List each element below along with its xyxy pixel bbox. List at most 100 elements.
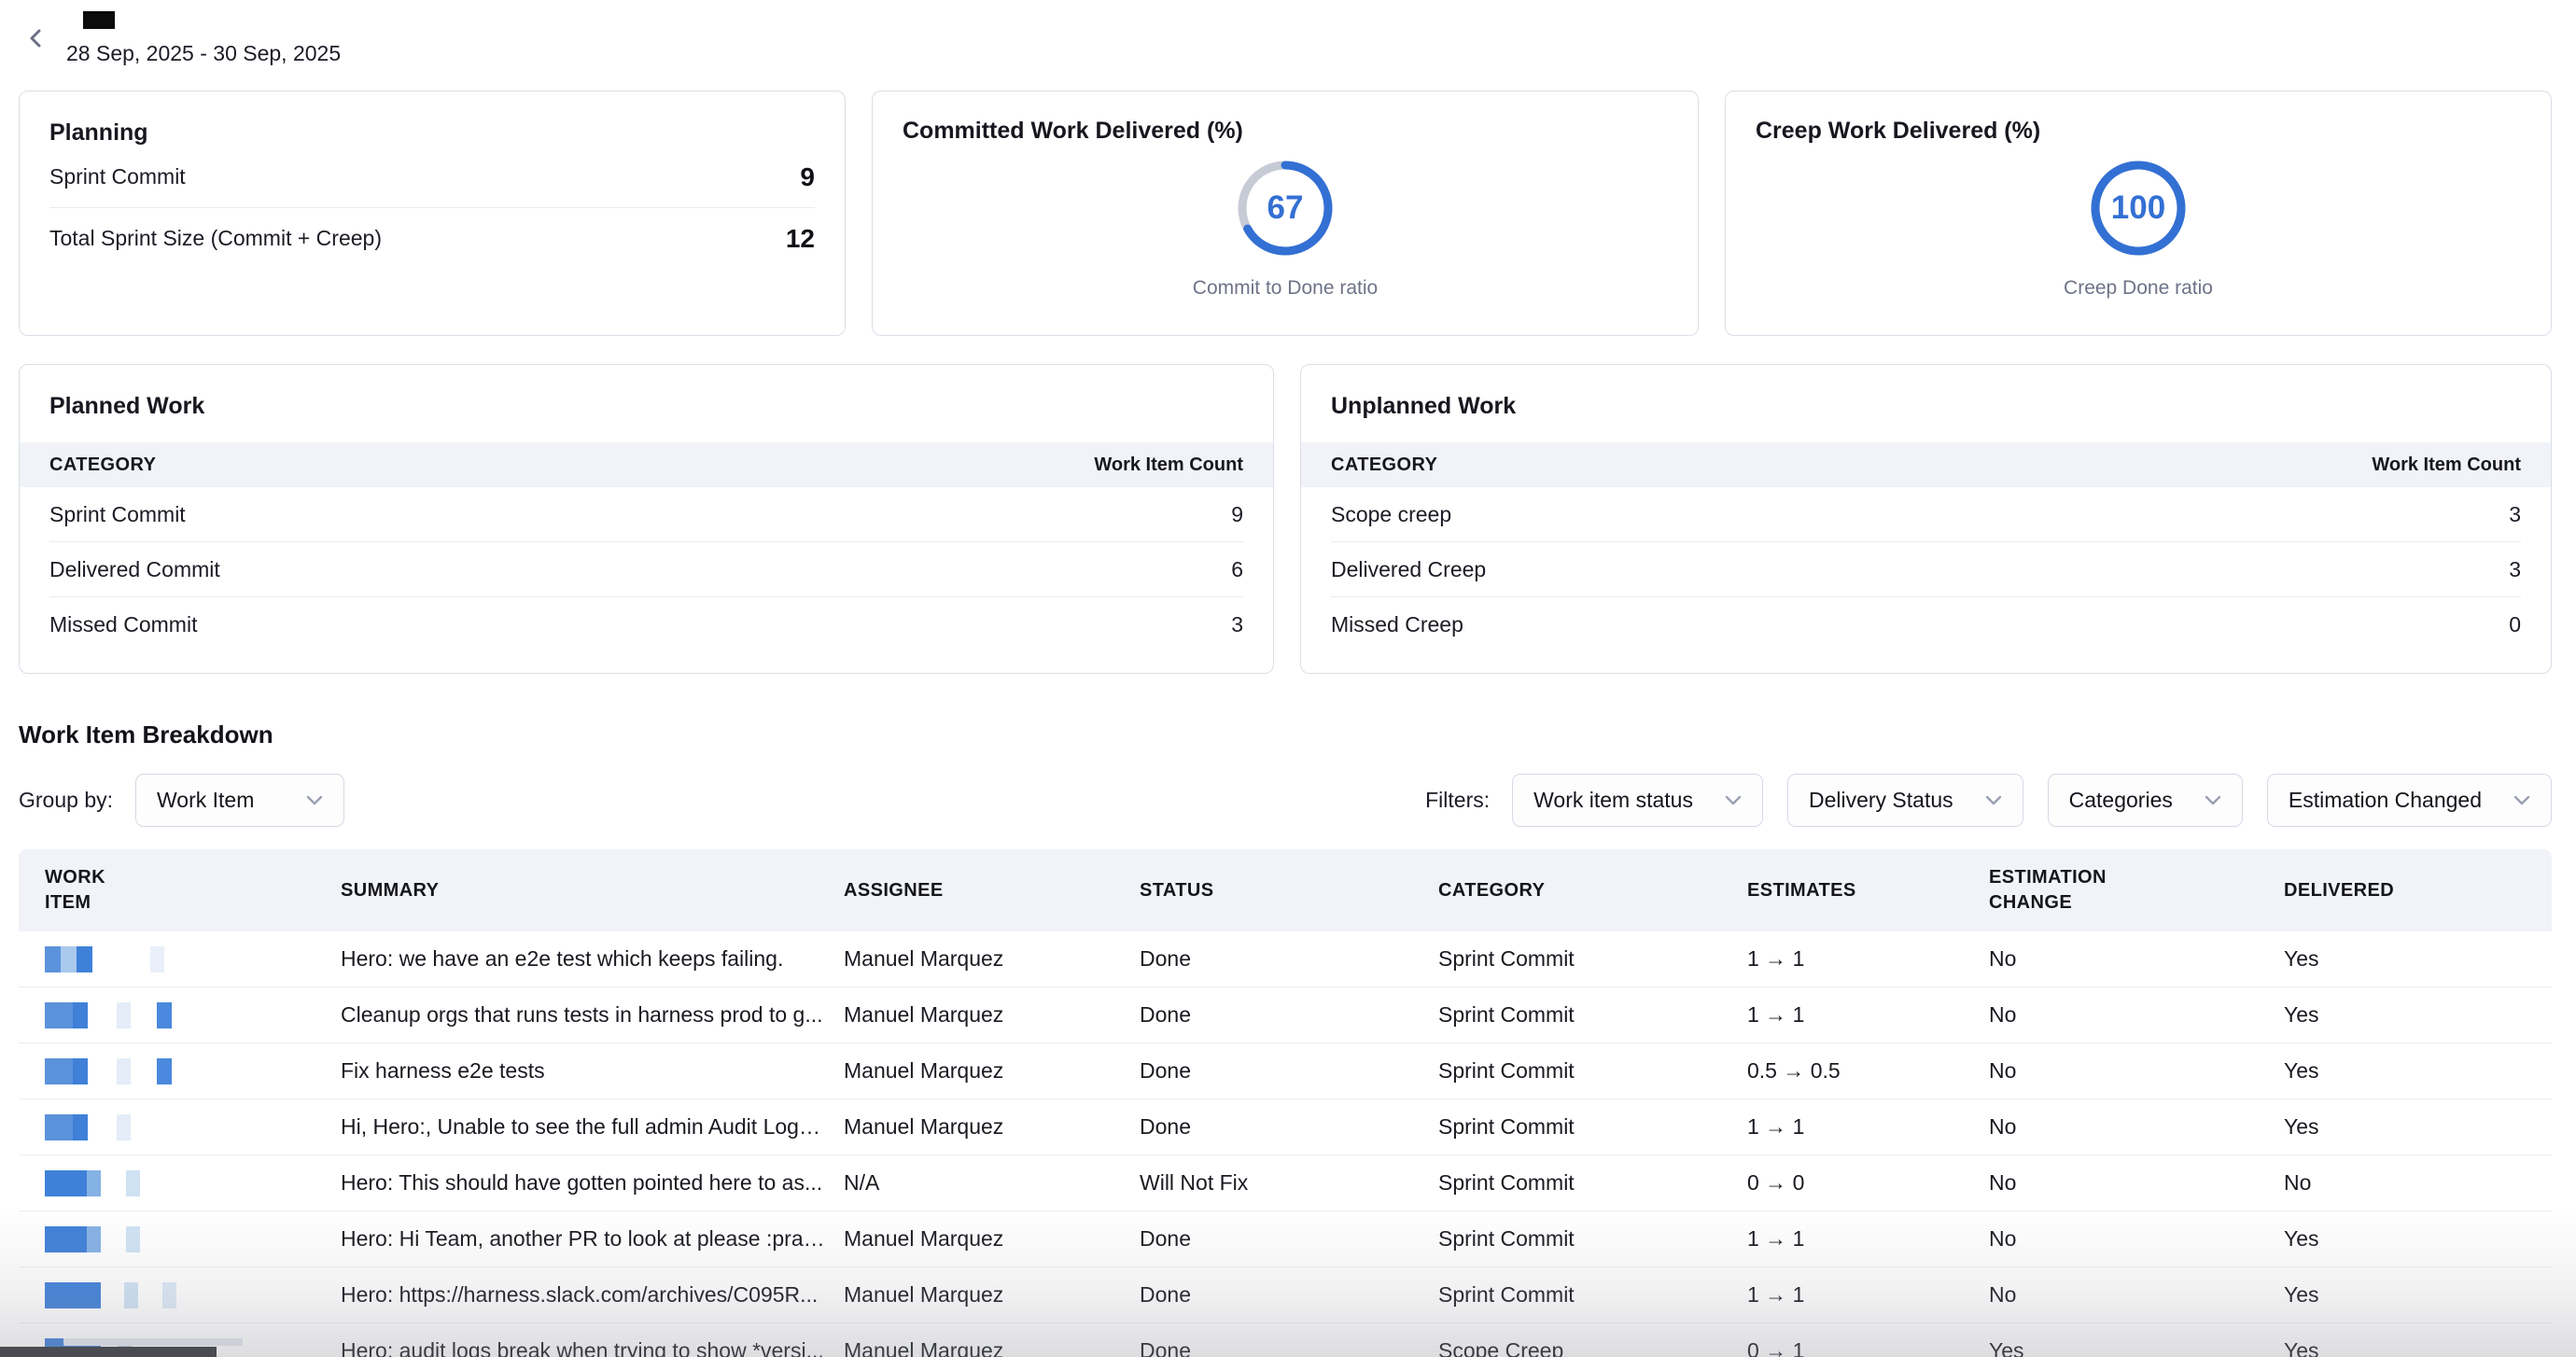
cell-estimation-change: No [1989,1114,2284,1140]
cell-estimation-change: No [1989,1058,2284,1084]
filters-label: Filters: [1425,788,1490,813]
cell-assignee: Manuel Marquez [844,1338,1140,1357]
cell-assignee: Manuel Marquez [844,946,1140,972]
row-category: Scope creep [1331,502,1451,527]
cell-status: Done [1140,1114,1438,1140]
committed-gauge: 67 [1231,154,1339,262]
row-category: Missed Commit [49,612,197,637]
cell-category: Sprint Commit [1438,946,1747,972]
redacted-work-item-id [45,1114,326,1140]
planning-row-value: 9 [800,162,815,192]
work-item-row[interactable]: Hero: audit logs break when trying to sh… [19,1323,2552,1357]
column-header: WORK ITEM [45,865,341,916]
redaction-gap [88,1002,117,1028]
cell-estimation-change: No [1989,1226,2284,1252]
work-item-table-body: Hero: we have an e2e test which keeps fa… [19,931,2552,1357]
redaction-gap [88,1114,117,1140]
work-item-row[interactable]: Hero: This should have gotten pointed he… [19,1155,2552,1211]
cell-category: Sprint Commit [1438,1002,1747,1028]
cell-status: Done [1140,1282,1438,1308]
redacted-work-item-id [45,946,326,972]
back-button[interactable] [22,24,50,52]
filter-dropdown-label: Categories [2069,788,2173,813]
redaction-block [45,1114,73,1140]
group-by-control: Group by: Work Item [19,774,344,827]
work-item-row[interactable]: Hi, Hero:, Unable to see the full admin … [19,1099,2552,1155]
redaction-gap [88,1058,117,1084]
table-row: Missed Creep 0 [1331,597,2521,652]
redacted-work-item-id [45,1282,326,1308]
redaction-block [87,1170,101,1196]
redaction-block [73,1002,88,1028]
cell-estimation-change: No [1989,1170,2284,1196]
row-count: 3 [2509,502,2521,527]
column-header-category: CATEGORY [1331,455,1437,476]
table-row: Scope creep 3 [1331,487,2521,542]
work-item-row[interactable]: Hero: we have an e2e test which keeps fa… [19,931,2552,987]
filter-dropdowns: Work item status Delivery Status [1512,774,2552,827]
redaction-gap [101,1170,126,1196]
filter-dropdown-label: Estimation Changed [2289,788,2482,813]
committed-work-card: Committed Work Delivered (%) 67 Commit t… [872,91,1699,336]
redaction-block [73,1114,88,1140]
filter-dropdown[interactable]: Work item status [1512,774,1763,827]
column-header: ESTIMATION CHANGE [1989,865,2284,916]
planning-row-label: Sprint Commit [49,164,186,189]
redaction-block [45,1170,87,1196]
work-item-row[interactable]: Cleanup orgs that runs tests in harness … [19,987,2552,1043]
cell-status: Done [1140,1002,1438,1028]
creep-gauge-value: 100 [2084,154,2192,262]
planned-work-header: CATEGORY Work Item Count [20,442,1273,487]
redaction-gap [101,1282,124,1308]
column-header: CATEGORY [1438,878,1747,903]
cell-category: Sprint Commit [1438,1058,1747,1084]
filter-dropdown[interactable]: Categories [2048,774,2243,827]
cell-estimation-change: No [1989,1002,2284,1028]
creep-gauge: 100 [2084,154,2192,262]
row-count: 3 [1231,612,1243,637]
group-by-value: Work Item [157,788,254,813]
cell-summary: Hero: Hi Team, another PR to look at ple… [341,1226,844,1252]
filter-dropdown[interactable]: Estimation Changed [2267,774,2552,827]
planning-row-label: Total Sprint Size (Commit + Creep) [49,226,382,251]
column-header: ESTIMATES [1747,878,1989,903]
cell-assignee: Manuel Marquez [844,1226,1140,1252]
column-header: ASSIGNEE [844,878,1140,903]
breakdown-toolbar: Group by: Work Item Filters: Work item s… [19,774,2552,827]
cell-delivered: Yes [2284,1002,2552,1028]
redaction-block [126,1170,140,1196]
work-item-row[interactable]: Fix harness e2e tests Manuel Marquez Don… [19,1043,2552,1099]
row-count: 3 [2509,557,2521,582]
redaction-block [45,1002,73,1028]
row-count: 9 [1231,502,1243,527]
unplanned-work-header: CATEGORY Work Item Count [1301,442,2551,487]
row-category: Delivered Creep [1331,557,1486,582]
redacted-work-item-id [45,1058,326,1084]
redacted-work-item-id [45,1002,326,1028]
redaction-block [77,946,92,972]
cell-estimates: 1 → 1 [1747,1282,1989,1308]
cell-summary: Hero: https://harness.slack.com/archives… [341,1282,844,1308]
redaction-block [162,1282,176,1308]
filter-dropdown[interactable]: Delivery Status [1787,774,2023,827]
table-row: Delivered Commit 6 [49,542,1243,597]
cell-estimates: 1 → 1 [1747,1226,1989,1252]
cell-assignee: N/A [844,1170,1140,1196]
cell-category: Sprint Commit [1438,1114,1747,1140]
work-item-row[interactable]: Hero: Hi Team, another PR to look at ple… [19,1211,2552,1267]
redacted-work-item-id [45,1226,326,1252]
column-header: DELIVERED [2284,878,2552,903]
work-item-row[interactable]: Hero: https://harness.slack.com/archives… [19,1267,2552,1323]
cell-estimates: 1 → 1 [1747,946,1989,972]
unplanned-work-title: Unplanned Work [1301,365,2551,442]
redaction-block [45,1282,101,1308]
cell-summary: Hero: This should have gotten pointed he… [341,1170,844,1196]
redaction-block [87,1226,101,1252]
work-item-table-header: WORK ITEM SUMMARY ASSIGNEE STATUS CATEGO… [19,849,2552,931]
cell-status: Done [1140,1058,1438,1084]
group-by-dropdown[interactable]: Work Item [135,774,344,827]
redaction-gap [92,946,150,972]
cell-delivered: No [2284,1170,2552,1196]
redaction-block [73,1058,88,1084]
row-category: Sprint Commit [49,502,186,527]
